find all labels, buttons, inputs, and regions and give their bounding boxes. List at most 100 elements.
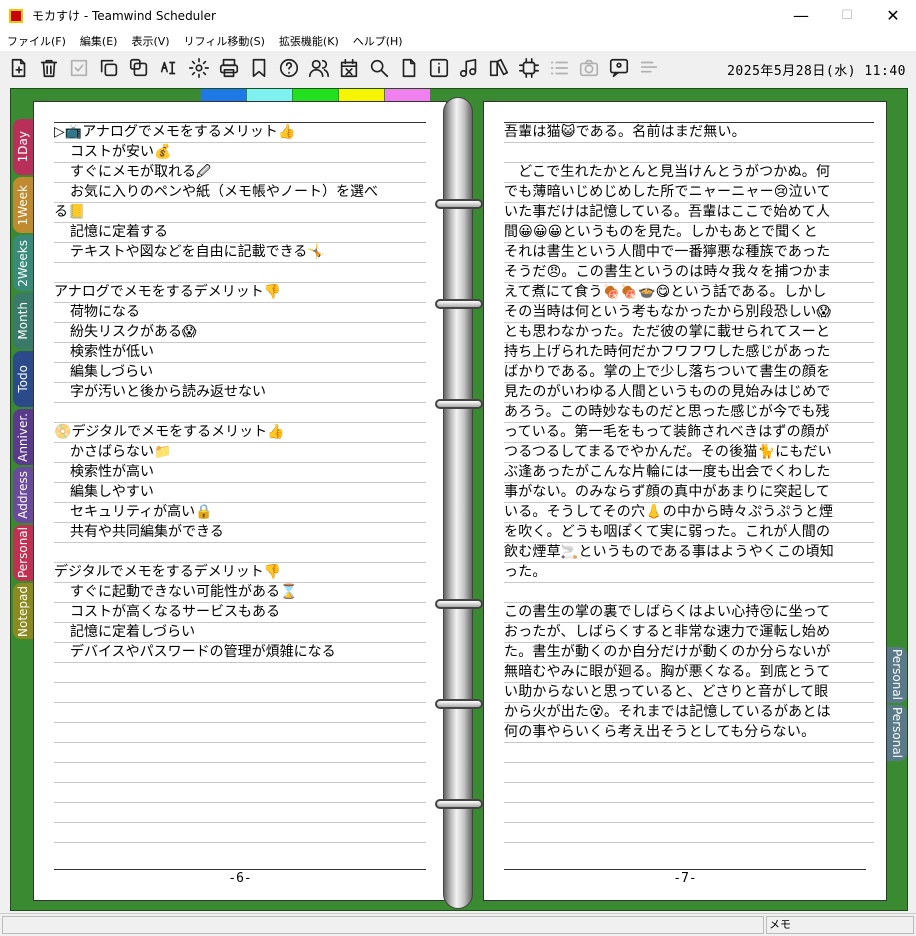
- text-line[interactable]: い助からないと思っていると、どさりと音がして眼: [504, 682, 876, 702]
- left-page[interactable]: ▷📺アナログでメモをするメリット👍 コストが安い💰 すぐにメモが取れる🖉 お気に入りの…: [33, 101, 447, 901]
- copy-button[interactable]: [94, 54, 124, 82]
- note-line[interactable]: 編集しやすい: [54, 482, 426, 502]
- text-line[interactable]: ばかりである。掌の上で少し落ちついて書生の顔を: [504, 362, 876, 382]
- tab-2weeks[interactable]: 2Weeks: [13, 235, 33, 291]
- note-line[interactable]: [54, 402, 426, 422]
- text-line[interactable]: いる。そうしてその穴👃の中から時々ぷうぷうと煙: [504, 502, 876, 522]
- color-tab-0[interactable]: [201, 89, 246, 101]
- note-line[interactable]: ▷📺アナログでメモをするメリット👍: [54, 122, 426, 142]
- color-tab-4[interactable]: [385, 89, 430, 101]
- text-line[interactable]: [504, 142, 876, 162]
- color-tab-2[interactable]: [293, 89, 338, 101]
- close-button[interactable]: ✕: [870, 0, 916, 31]
- menu-item-3[interactable]: リフィル移動(S): [177, 33, 272, 49]
- book-button[interactable]: [484, 54, 514, 82]
- text-line[interactable]: を吹く。どうも咽ぽくて実に弱った。これが人間の: [504, 522, 876, 542]
- right-page-text[interactable]: 吾輩は猫😺である。名前はまだ無い。 どこで生れたかとんと見当けんとうがつかぬ。何…: [504, 122, 876, 742]
- text-line[interactable]: から火が出た😵。それまでは記憶しているがあとは: [504, 702, 876, 722]
- menu-item-5[interactable]: ヘルプ(H): [346, 33, 410, 49]
- note-line[interactable]: 字が汚いと後から読み返せない: [54, 382, 426, 402]
- text-line[interactable]: 無暗むやみに眼が廻る。胸が悪くなる。到底とうて: [504, 662, 876, 682]
- text-line[interactable]: った。: [504, 562, 876, 582]
- text-line[interactable]: おったが、しばらくすると非常な速力で運転し始め: [504, 622, 876, 642]
- note-line[interactable]: 記憶に定着する: [54, 222, 426, 242]
- note-line[interactable]: 紛失リスクがある😱: [54, 322, 426, 342]
- tab-notepad[interactable]: Notepad: [13, 583, 33, 639]
- note-line[interactable]: コストが安い💰: [54, 142, 426, 162]
- new-document-button[interactable]: [4, 54, 34, 82]
- tab-1week[interactable]: 1Week: [13, 177, 33, 233]
- text-line[interactable]: ぶ逢あったがこんな片輪には一度も出会でくわした: [504, 462, 876, 482]
- note-line[interactable]: アナログでメモをするデメリット👎: [54, 282, 426, 302]
- text-line[interactable]: つるつるしてまるでやかんだ。その後猫🐈にもだい: [504, 442, 876, 462]
- note-line[interactable]: デバイスやパスワードの管理が煩雑になる: [54, 642, 426, 662]
- note-line[interactable]: [54, 262, 426, 282]
- tab-anniver[interactable]: Anniver.: [13, 409, 33, 465]
- trash-button[interactable]: [34, 54, 64, 82]
- menu-item-0[interactable]: ファイル(F): [0, 33, 73, 49]
- note-line[interactable]: 検索性が高い: [54, 462, 426, 482]
- note-line[interactable]: 📀デジタルでメモをするメリット👍: [54, 422, 426, 442]
- text-line[interactable]: それは書生という人間中で一番獰悪な種族であった: [504, 242, 876, 262]
- text-line[interactable]: 間😀😀😀というものを見た。しかもあとで聞くと: [504, 222, 876, 242]
- maximize-button[interactable]: ☐: [824, 0, 870, 31]
- note-line[interactable]: すぐにメモが取れる🖉: [54, 162, 426, 182]
- gear-button[interactable]: [184, 54, 214, 82]
- text-line[interactable]: あろう。この時妙なものだと思った感じが今でも残: [504, 402, 876, 422]
- note-line[interactable]: コストが高くなるサービスもある: [54, 602, 426, 622]
- spellcheck-button[interactable]: [154, 54, 184, 82]
- note-line[interactable]: 荷物になる: [54, 302, 426, 322]
- text-line[interactable]: その当時は何という考もなかったから別段恐しい😱: [504, 302, 876, 322]
- text-line[interactable]: 吾輩は猫😺である。名前はまだ無い。: [504, 122, 876, 142]
- camera-button[interactable]: [574, 54, 604, 82]
- duplicate-button[interactable]: [124, 54, 154, 82]
- minimize-button[interactable]: —: [778, 0, 824, 31]
- note-line[interactable]: る📒: [54, 202, 426, 222]
- note-line[interactable]: 編集しづらい: [54, 362, 426, 382]
- text-line[interactable]: 持ち上げられた時何だかフワフワした感じがあった: [504, 342, 876, 362]
- note-line[interactable]: デジタルでメモをするデメリット👎: [54, 562, 426, 582]
- color-tab-1[interactable]: [247, 89, 292, 101]
- bookmark-button[interactable]: [244, 54, 274, 82]
- info-button[interactable]: [424, 54, 454, 82]
- text-line[interactable]: 何の事やらいくら考え出そうとしても分らない。: [504, 722, 876, 742]
- speech-button[interactable]: [604, 54, 634, 82]
- text-line[interactable]: 事がない。のみならず顔の真中があまりに突起して: [504, 482, 876, 502]
- chip-button[interactable]: [514, 54, 544, 82]
- tab-1day[interactable]: 1Day: [13, 119, 33, 175]
- note-line[interactable]: テキストや図などを自由に記載できる🤸: [54, 242, 426, 262]
- note-line[interactable]: かさばらない📁: [54, 442, 426, 462]
- text-line[interactable]: た。書生が動くのか自分だけが動くのか分らないが: [504, 642, 876, 662]
- menu-item-4[interactable]: 拡張機能(K): [272, 33, 346, 49]
- note-line[interactable]: [54, 542, 426, 562]
- list-button[interactable]: [544, 54, 574, 82]
- print-button[interactable]: [214, 54, 244, 82]
- menu-item-2[interactable]: 表示(V): [124, 33, 176, 49]
- tab-month[interactable]: Month: [13, 293, 33, 349]
- text-line[interactable]: [504, 582, 876, 602]
- text-line[interactable]: えて煮にて食う🍖🍖🍲😋という話である。しかし: [504, 282, 876, 302]
- text-line[interactable]: そうだ😠。この書生というのは時々我々を捕つかま: [504, 262, 876, 282]
- note-line[interactable]: 検索性が低い: [54, 342, 426, 362]
- search-button[interactable]: [364, 54, 394, 82]
- note-line[interactable]: 共有や共同編集ができる: [54, 522, 426, 542]
- tab-personal-right[interactable]: Personal: [887, 705, 907, 761]
- tab-todo[interactable]: Todo: [13, 351, 33, 407]
- left-page-text[interactable]: ▷📺アナログでメモをするメリット👍 コストが安い💰 すぐにメモが取れる🖉 お気に入りの…: [54, 122, 426, 662]
- file-button[interactable]: [394, 54, 424, 82]
- users-button[interactable]: [304, 54, 334, 82]
- menu-item-1[interactable]: 編集(E): [73, 33, 125, 49]
- note-line[interactable]: セキュリティが高い🔒: [54, 502, 426, 522]
- right-page[interactable]: 吾輩は猫😺である。名前はまだ無い。 どこで生れたかとんと見当けんとうがつかぬ。何…: [483, 101, 887, 901]
- text-line[interactable]: でも薄暗いじめじめした所でニャーニャー😢泣いて: [504, 182, 876, 202]
- music-button[interactable]: [454, 54, 484, 82]
- tab-personal-right[interactable]: Personal: [887, 647, 907, 703]
- text-line[interactable]: この書生の掌の裏でしばらくはよい心持😚に坐って: [504, 602, 876, 622]
- text-line[interactable]: いた事だけは記憶している。吾輩はここで始めて人: [504, 202, 876, 222]
- calendar-delete-button[interactable]: [334, 54, 364, 82]
- text-line[interactable]: とも思わなかった。ただ彼の掌に載せられてスーと: [504, 322, 876, 342]
- text-line[interactable]: 見たのがいわゆる人間というものの見始みはじめで: [504, 382, 876, 402]
- note-line[interactable]: すぐに起動できない可能性がある⌛: [54, 582, 426, 602]
- color-tab-3[interactable]: [339, 89, 384, 101]
- text-line[interactable]: どこで生れたかとんと見当けんとうがつかぬ。何: [504, 162, 876, 182]
